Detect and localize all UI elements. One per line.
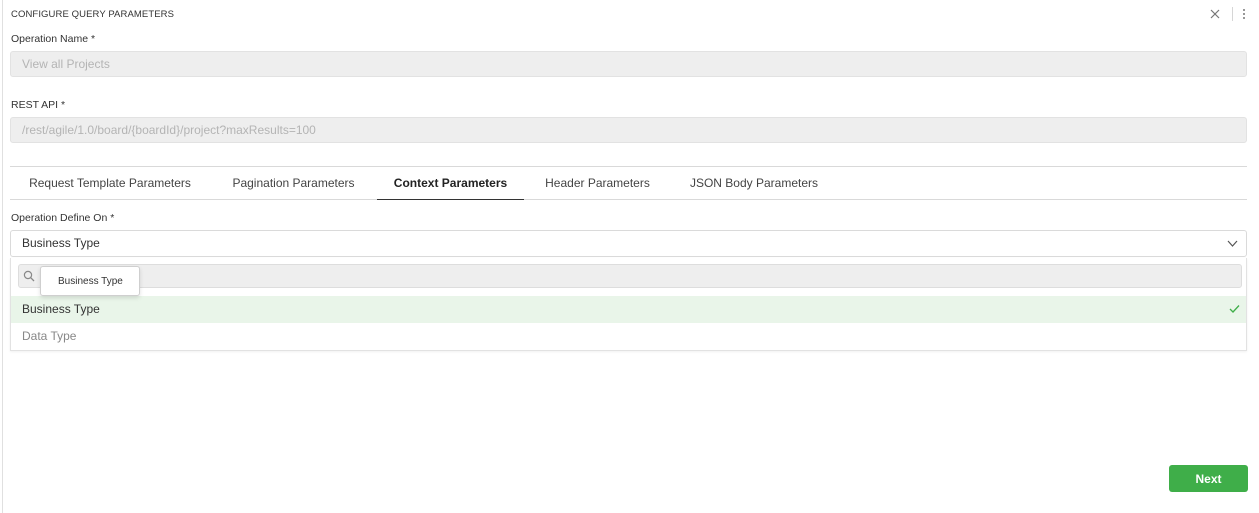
tab-context-parameters[interactable]: Context Parameters bbox=[377, 167, 524, 200]
dropdown-search-input[interactable] bbox=[41, 268, 1221, 284]
options-dropdown: Business Type Data Type bbox=[10, 258, 1247, 351]
option-data-type[interactable]: Data Type bbox=[11, 323, 1246, 350]
option-label: Data Type bbox=[22, 329, 77, 343]
operation-define-on-select[interactable]: Business Type bbox=[10, 230, 1247, 257]
close-icon[interactable] bbox=[1208, 7, 1222, 21]
selected-value: Business Type bbox=[22, 236, 100, 250]
more-options-icon[interactable] bbox=[1239, 7, 1249, 21]
header-divider bbox=[1232, 7, 1233, 21]
chevron-down-icon bbox=[1227, 240, 1238, 247]
search-icon bbox=[23, 270, 35, 282]
tab-pagination-parameters[interactable]: Pagination Parameters bbox=[211, 167, 376, 199]
tooltip: Business Type bbox=[40, 266, 140, 296]
operation-name-label: Operation Name * bbox=[11, 33, 96, 45]
next-button[interactable]: Next bbox=[1169, 465, 1248, 492]
tab-json-body-parameters[interactable]: JSON Body Parameters bbox=[671, 167, 837, 199]
check-icon bbox=[1229, 305, 1240, 313]
rest-api-field: /rest/agile/1.0/board/{boardId}/project?… bbox=[10, 117, 1247, 143]
option-label: Business Type bbox=[22, 302, 100, 316]
dropdown-search-box bbox=[18, 264, 1242, 288]
operation-name-field: View all Projects bbox=[10, 51, 1247, 77]
tab-header-parameters[interactable]: Header Parameters bbox=[525, 167, 670, 199]
tab-request-template-parameters[interactable]: Request Template Parameters bbox=[10, 167, 210, 199]
parameter-tabs: Request Template Parameters Pagination P… bbox=[10, 167, 1247, 200]
dialog-title: CONFIGURE QUERY PARAMETERS bbox=[11, 9, 175, 20]
rest-api-label: REST API * bbox=[11, 99, 66, 111]
option-business-type[interactable]: Business Type bbox=[11, 296, 1246, 323]
operation-define-on-label: Operation Define On * bbox=[11, 212, 115, 224]
